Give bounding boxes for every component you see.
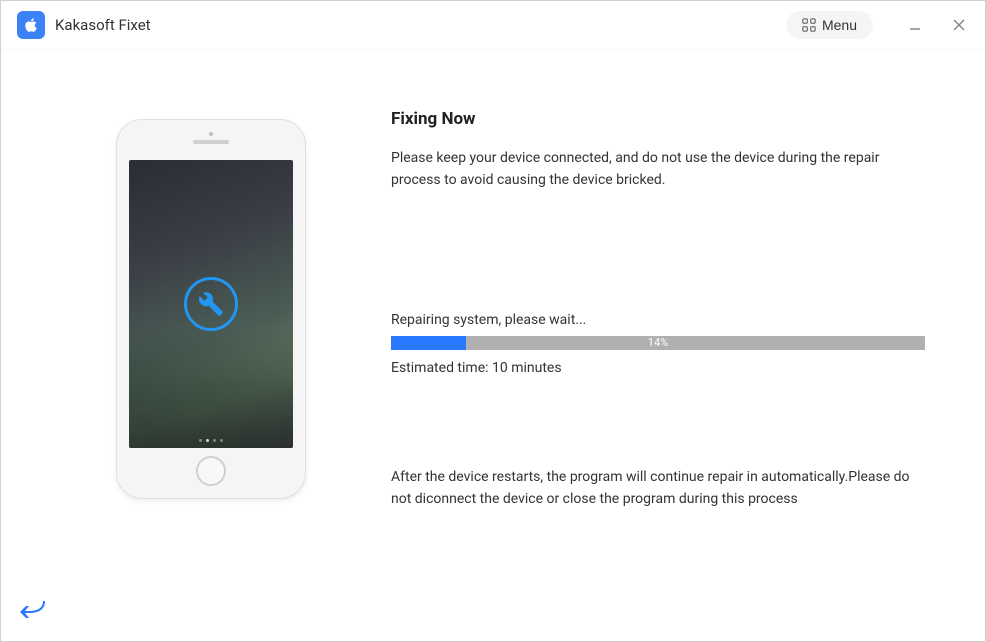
page-heading: Fixing Now bbox=[391, 109, 925, 129]
progress-percent-text: 14% bbox=[648, 336, 668, 349]
phone-screen bbox=[129, 160, 293, 448]
footer-note: After the device restarts, the program w… bbox=[391, 466, 925, 511]
app-logo-icon bbox=[17, 11, 45, 39]
menu-grid-icon bbox=[802, 18, 816, 32]
info-panel: Fixing Now Please keep your device conne… bbox=[391, 109, 955, 621]
app-window: Kakasoft Fixet Menu bbox=[0, 0, 986, 642]
phone-camera-icon bbox=[209, 132, 213, 136]
close-button[interactable] bbox=[949, 15, 969, 35]
wrench-icon bbox=[184, 277, 238, 331]
device-illustration bbox=[31, 109, 391, 621]
main-content: Fixing Now Please keep your device conne… bbox=[1, 49, 985, 641]
titlebar-controls: Menu bbox=[786, 11, 969, 39]
page-dots bbox=[199, 439, 223, 442]
app-title: Kakasoft Fixet bbox=[55, 16, 151, 34]
menu-button[interactable]: Menu bbox=[786, 11, 873, 39]
phone-home-button-icon bbox=[196, 456, 226, 486]
progress-fill bbox=[391, 336, 466, 350]
phone-speaker-icon bbox=[193, 140, 229, 144]
progress-label: Repairing system, please wait... bbox=[391, 312, 925, 328]
estimated-time: Estimated time: 10 minutes bbox=[391, 360, 925, 376]
phone-mockup bbox=[116, 119, 306, 499]
back-button[interactable] bbox=[19, 597, 45, 623]
titlebar: Kakasoft Fixet Menu bbox=[1, 1, 985, 49]
menu-button-label: Menu bbox=[822, 17, 857, 33]
description-text: Please keep your device connected, and d… bbox=[391, 147, 925, 192]
minimize-button[interactable] bbox=[905, 15, 925, 35]
progress-bar: 14% bbox=[391, 336, 925, 350]
